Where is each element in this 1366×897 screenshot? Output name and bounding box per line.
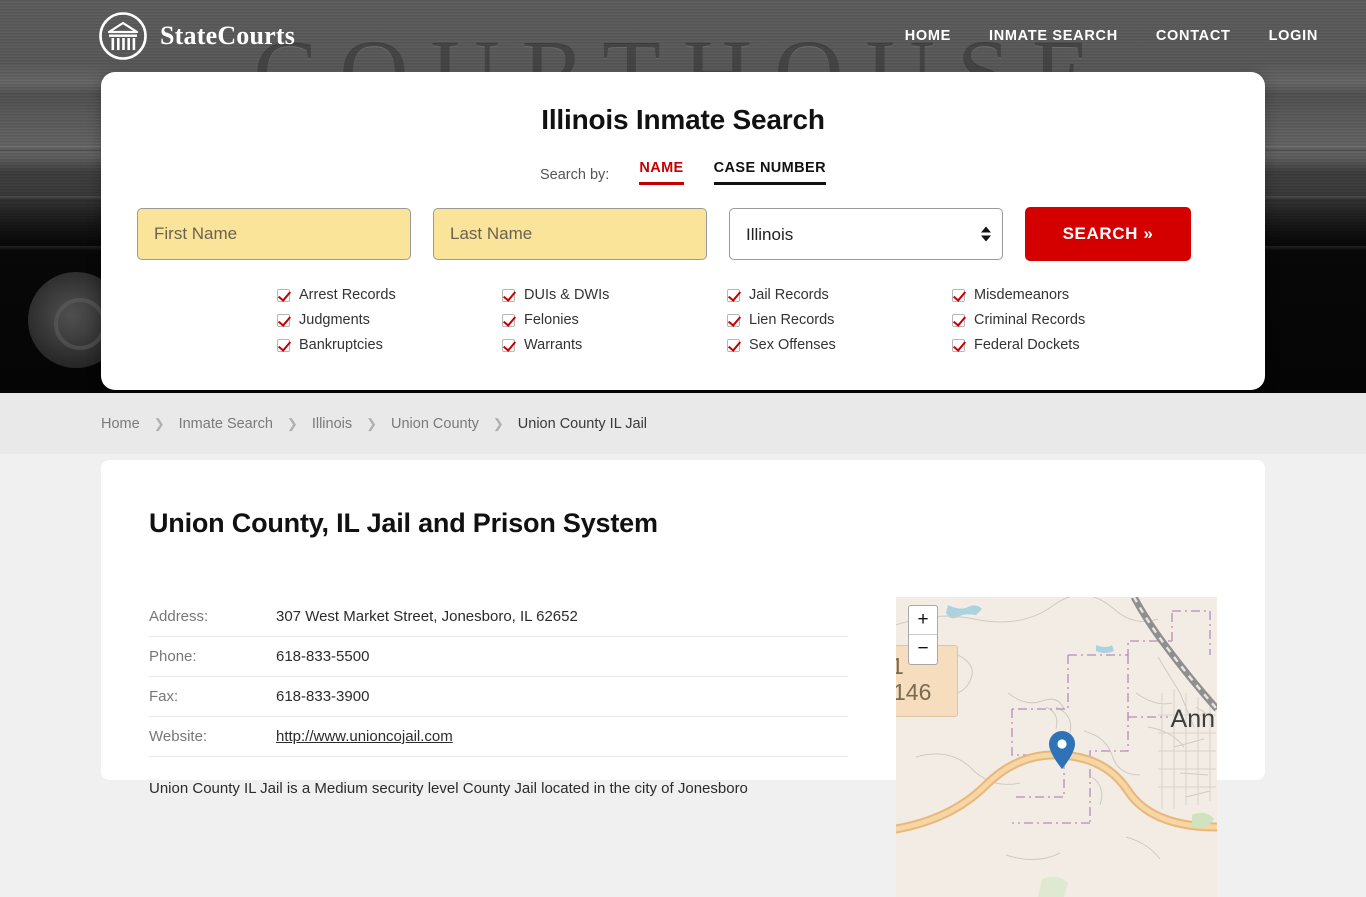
- checkbox-label: Arrest Records: [299, 287, 396, 303]
- zoom-in-button[interactable]: +: [909, 606, 937, 635]
- check-icon: [952, 288, 965, 302]
- map-zoom-controls: + −: [908, 605, 938, 665]
- nav-link-home[interactable]: HOME: [905, 28, 951, 44]
- row-label: Fax:: [149, 676, 276, 717]
- route-shield-number: 146: [896, 679, 932, 705]
- check-icon: [727, 313, 740, 327]
- brand-logo[interactable]: StateCourts: [98, 11, 295, 61]
- check-icon: [277, 338, 290, 352]
- row-label: Address:: [149, 597, 276, 637]
- checkbox-item[interactable]: Misdemeanors: [952, 287, 1177, 303]
- table-row: Phone: 618-833-5500: [149, 636, 848, 677]
- check-icon: [502, 288, 515, 302]
- check-icon: [727, 338, 740, 352]
- checkbox-label: Federal Dockets: [974, 337, 1080, 353]
- checkbox-label: DUIs & DWIs: [524, 287, 610, 303]
- state-select-wrapper: Illinois: [729, 208, 1003, 260]
- search-card-title: Illinois Inmate Search: [541, 104, 825, 135]
- website-link[interactable]: http://www.unioncojail.com: [276, 728, 453, 745]
- checkbox-item[interactable]: Bankruptcies: [277, 337, 502, 353]
- map-marker-icon[interactable]: [1049, 731, 1075, 769]
- inmate-search-card: Illinois Inmate Search Search by: NAME C…: [101, 72, 1265, 390]
- search-by-row: Search by: NAME CASE NUMBER: [137, 160, 1229, 185]
- checkbox-item[interactable]: Jail Records: [727, 287, 952, 303]
- detail-columns: Address: 307 West Market Street, Jonesbo…: [149, 597, 1217, 897]
- tab-case-number[interactable]: CASE NUMBER: [713, 160, 826, 185]
- first-name-input[interactable]: [137, 208, 411, 260]
- row-value: 618-833-3900: [276, 676, 848, 717]
- brand-name: StateCourts: [160, 21, 296, 50]
- check-icon: [952, 313, 965, 327]
- check-icon: [502, 338, 515, 352]
- breadcrumb-item-current: Union County IL Jail: [517, 415, 648, 432]
- chevron-right-icon: ❯: [366, 415, 378, 431]
- main-nav: HOME INMATE SEARCH CONTACT LOGIN: [905, 28, 1318, 44]
- check-icon: [727, 288, 740, 302]
- row-value-website: http://www.unioncojail.com: [276, 716, 848, 757]
- checkbox-label: Criminal Records: [974, 312, 1086, 328]
- record-types-list: Arrest Records DUIs & DWIs Jail Records …: [277, 287, 1177, 353]
- checkbox-item[interactable]: Judgments: [277, 312, 502, 328]
- tab-name[interactable]: NAME: [639, 160, 684, 185]
- route-shield-top-number: 1: [896, 653, 904, 679]
- search-button[interactable]: SEARCH »: [1025, 207, 1191, 261]
- location-map[interactable]: 1 146 Ann + −: [896, 597, 1217, 897]
- last-name-input[interactable]: [433, 208, 707, 260]
- breadcrumb: Home ❯ Inmate Search ❯ Illinois ❯ Union …: [101, 416, 647, 432]
- checkbox-item[interactable]: Warrants: [502, 337, 727, 353]
- row-label: Website:: [149, 716, 276, 757]
- page-title: Union County, IL Jail and Prison System: [149, 508, 658, 538]
- row-value: 618-833-5500: [276, 636, 848, 677]
- courthouse-logo-icon: [99, 12, 147, 60]
- breadcrumb-item-illinois[interactable]: Illinois: [312, 416, 352, 432]
- checkbox-label: Judgments: [299, 312, 370, 328]
- table-row: Address: 307 West Market Street, Jonesbo…: [149, 597, 848, 637]
- checkbox-label: Warrants: [524, 337, 583, 353]
- zoom-out-button[interactable]: −: [909, 635, 937, 664]
- checkbox-item[interactable]: DUIs & DWIs: [502, 287, 727, 303]
- breadcrumb-item-union-county[interactable]: Union County: [391, 416, 479, 432]
- checkbox-item[interactable]: Lien Records: [727, 312, 952, 328]
- nav-link-inmate-search[interactable]: INMATE SEARCH: [989, 28, 1118, 44]
- checkbox-label: Felonies: [524, 312, 579, 328]
- checkbox-item[interactable]: Federal Dockets: [952, 337, 1177, 353]
- breadcrumb-item-home[interactable]: Home: [101, 416, 140, 432]
- search-by-label: Search by:: [540, 167, 610, 183]
- state-select[interactable]: Illinois: [729, 208, 1003, 260]
- breadcrumb-bar: Home ❯ Inmate Search ❯ Illinois ❯ Union …: [0, 393, 1366, 454]
- checkbox-item[interactable]: Arrest Records: [277, 287, 502, 303]
- chevron-right-icon: ❯: [492, 415, 504, 431]
- chevron-right-icon: ❯: [153, 415, 165, 431]
- breadcrumb-item-inmate-search[interactable]: Inmate Search: [179, 416, 273, 432]
- facility-info-table: Address: 307 West Market Street, Jonesbo…: [149, 597, 848, 757]
- table-row: Fax: 618-833-3900: [149, 676, 848, 717]
- row-value: 307 West Market Street, Jonesboro, IL 62…: [276, 597, 848, 637]
- checkbox-label: Sex Offenses: [749, 337, 836, 353]
- check-icon: [502, 313, 515, 327]
- checkbox-label: Lien Records: [749, 312, 835, 328]
- checkbox-label: Bankruptcies: [299, 337, 383, 353]
- table-row: Website: http://www.unioncojail.com: [149, 716, 848, 757]
- checkbox-item[interactable]: Felonies: [502, 312, 727, 328]
- checkbox-label: Misdemeanors: [974, 287, 1070, 303]
- checkbox-label: Jail Records: [749, 287, 829, 303]
- nav-link-login[interactable]: LOGIN: [1269, 28, 1318, 44]
- search-form: Illinois SEARCH »: [137, 207, 1229, 261]
- jail-detail-card: Union County, IL Jail and Prison System …: [101, 460, 1265, 897]
- checkbox-item[interactable]: Sex Offenses: [727, 337, 952, 353]
- chevron-right-icon: ❯: [286, 415, 298, 431]
- checkbox-item[interactable]: Criminal Records: [952, 312, 1177, 328]
- map-place-label: Ann: [1170, 705, 1215, 733]
- check-icon: [277, 288, 290, 302]
- hero-header: COURTHOUSE StateCourts HOME INMATE SEARC…: [0, 0, 1366, 393]
- top-navigation-bar: StateCourts HOME INMATE SEARCH CONTACT L…: [0, 0, 1366, 72]
- nav-link-contact[interactable]: CONTACT: [1156, 28, 1231, 44]
- facility-description: Union County IL Jail is a Medium securit…: [149, 780, 748, 797]
- row-label: Phone:: [149, 636, 276, 677]
- check-icon: [952, 338, 965, 352]
- check-icon: [277, 313, 290, 327]
- facility-info: Address: 307 West Market Street, Jonesbo…: [149, 597, 848, 897]
